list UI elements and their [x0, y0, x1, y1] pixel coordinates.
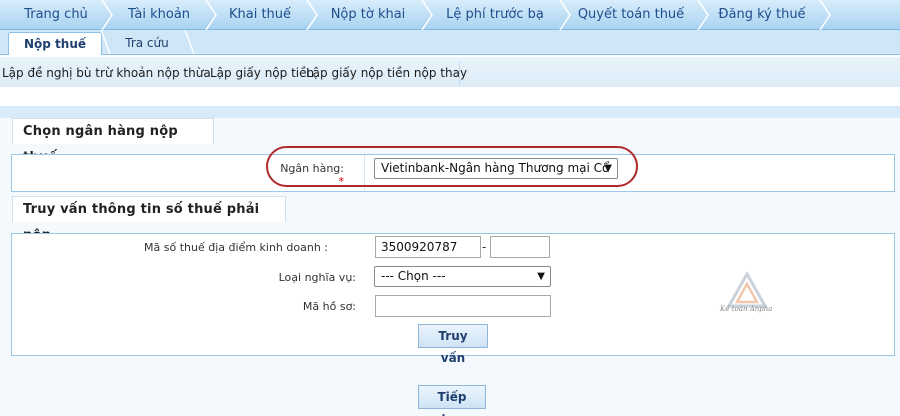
continue-button[interactable]: Tiếp tục [418, 385, 486, 416]
nav-separator [819, 0, 831, 30]
header-strip [0, 106, 900, 118]
tax-code-suffix-input[interactable] [490, 236, 550, 258]
file-code-input[interactable] [375, 295, 551, 317]
page: Trang chủ Tài khoản Khai thuế Nộp tờ kha… [0, 0, 900, 416]
chevron-down-icon: ▼ [537, 271, 545, 282]
nav-item-registration-fee[interactable]: Lệ phí trước bạ [430, 0, 560, 30]
obligation-select[interactable]: --- Chọn --- ▼ [374, 266, 551, 287]
bank-section-title: Chọn ngân hàng nộp thuế [12, 118, 214, 165]
nav-item-home[interactable]: Trang chủ [8, 0, 104, 30]
tax-code-dash: - [482, 240, 487, 254]
nav-item-submit[interactable]: Nộp tờ khai [316, 0, 420, 30]
sub-nav: Nộp thuế Tra cứu [0, 30, 900, 55]
obligation-label: Loại nghĩa vụ: [278, 271, 356, 284]
nav-item-declare[interactable]: Khai thuế [214, 0, 306, 30]
watermark-text: Kế toán Anpha [720, 305, 773, 313]
tab-lookup[interactable]: Tra cứu [112, 32, 182, 55]
link-offset-request[interactable]: Lập đề nghị bù trừ khoản nộp thừa [2, 66, 211, 80]
link-create-payment[interactable]: Lập giấy nộp tiền [210, 66, 314, 80]
obligation-select-value: --- Chọn --- [381, 269, 446, 283]
link-create-payment-on-behalf[interactable]: Lập giấy nộp tiền nộp thay [306, 66, 467, 80]
link-bar-divider [459, 62, 460, 86]
tab-separator [184, 30, 195, 55]
top-nav: Trang chủ Tài khoản Khai thuế Nộp tờ kha… [0, 0, 900, 30]
query-button[interactable]: Truy vấn [418, 324, 488, 365]
nav-item-account[interactable]: Tài khoản [112, 0, 206, 30]
nav-item-tax-registration[interactable]: Đăng ký thuế [706, 0, 818, 30]
nav-item-settlement[interactable]: Quyết toán thuế [566, 0, 696, 30]
tax-code-input[interactable]: 3500920787 [375, 236, 481, 258]
highlight-ring [266, 146, 638, 187]
tab-pay-tax[interactable]: Nộp thuế [8, 32, 102, 55]
tax-code-label: Mã số thuế địa điểm kinh doanh : [144, 241, 328, 254]
action-link-bar: Lập đề nghị bù trừ khoản nộp thừa Lập gi… [0, 57, 900, 87]
tab-separator [100, 30, 111, 55]
query-section-title: Truy vấn thông tin số thuế phải nộp [12, 196, 286, 243]
file-code-label: Mã hồ sơ: [302, 300, 356, 313]
